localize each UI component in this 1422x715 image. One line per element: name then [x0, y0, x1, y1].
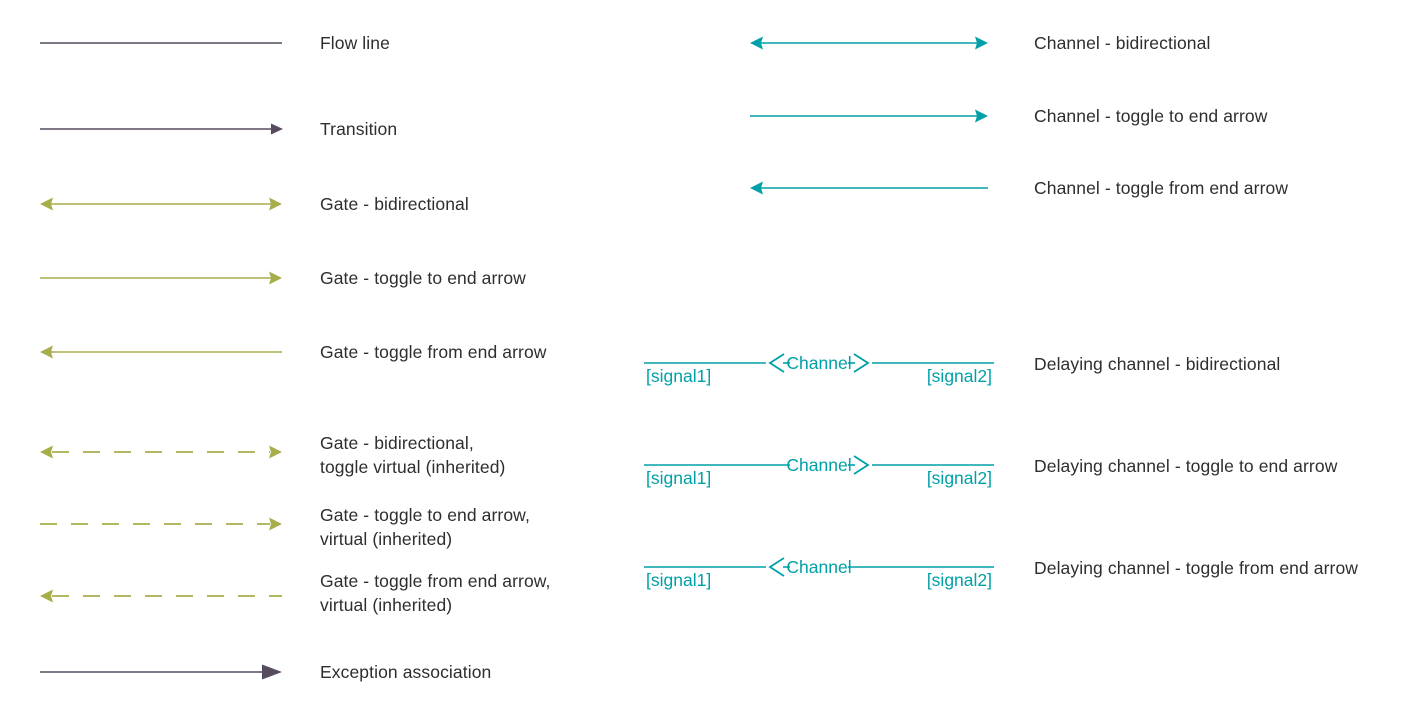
legend-label-gate-toggle-from-end-arrow-virtual: Gate - toggle from end arrow, virtual (i…	[320, 571, 551, 615]
delaying-channel-toggle-to-end-arrow-symbol: Channel [signal1] [signal2]	[644, 455, 994, 488]
gate-toggle-to-end-arrow-symbol	[40, 271, 282, 285]
legend-row-gate-toggle-from-end-arrow[interactable]: Gate - toggle from end arrow	[40, 341, 600, 367]
legend-label-exception-association: Exception association	[320, 662, 492, 682]
legend-label-channel-toggle-from-end-arrow: Channel - toggle from end arrow	[1034, 178, 1289, 198]
delaying-channel-bidirectional-symbol: Channel [signal1] [signal2]	[644, 353, 994, 386]
legend-label-channel-bidirectional: Channel - bidirectional	[1034, 33, 1211, 53]
legend-label-channel-toggle-to-end-arrow: Channel - toggle to end arrow	[1034, 106, 1268, 126]
legend-row-transition[interactable]: Transition	[40, 118, 600, 144]
legend-row-channel-toggle-to-end-arrow[interactable]: Channel - toggle to end arrow	[750, 105, 1410, 131]
legend-row-gate-toggle-from-end-arrow-virtual[interactable]: Gate - toggle from end arrow, virtual (i…	[40, 557, 600, 615]
delaying-channel-signal-left-3: [signal1]	[646, 570, 711, 590]
gate-toggle-to-end-arrow-virtual-symbol	[40, 517, 282, 531]
legend-label-delaying-channel-bidirectional: Delaying channel - bidirectional	[1034, 354, 1281, 374]
legend-label-gate-toggle-to-end-arrow: Gate - toggle to end arrow	[320, 268, 526, 288]
delaying-channel-signal-right-2: [signal2]	[927, 468, 992, 488]
delaying-channel-text-3: Channel	[786, 557, 851, 577]
delaying-channel-text-1: Channel	[786, 353, 851, 373]
legend-label-delaying-channel-toggle-from-end-arrow: Delaying channel - toggle from end arrow	[1034, 558, 1359, 578]
legend-label-gate-toggle-to-end-arrow-virtual: Gate - toggle to end arrow, virtual (inh…	[320, 505, 530, 549]
delaying-channel-signal-right-3: [signal2]	[927, 570, 992, 590]
legend-row-gate-bidirectional-virtual[interactable]: Gate - bidirectional, toggle virtual (in…	[40, 431, 600, 481]
channel-toggle-from-end-arrow-symbol	[750, 181, 988, 195]
legend-label-transition: Transition	[320, 119, 398, 139]
legend-label-gate-bidirectional-virtual: Gate - bidirectional, toggle virtual (in…	[320, 433, 506, 477]
flow-line-symbol	[40, 42, 282, 44]
legend-row-gate-toggle-to-end-arrow[interactable]: Gate - toggle to end arrow	[40, 267, 600, 293]
legend-row-flow-line[interactable]: Flow line	[40, 32, 600, 58]
legend-row-delaying-channel-toggle-to-end-arrow[interactable]: Channel [signal1] [signal2] Delaying cha…	[644, 442, 1404, 498]
legend-row-gate-bidirectional[interactable]: Gate - bidirectional	[40, 193, 600, 219]
transition-symbol	[40, 123, 283, 135]
delaying-channel-signal-left-1: [signal1]	[646, 366, 711, 386]
delaying-channel-signal-left-2: [signal1]	[646, 468, 711, 488]
legend-canvas: Flow line Transition Gate - bidirectiona…	[0, 0, 1422, 715]
legend-label-flow-line: Flow line	[320, 33, 390, 53]
delaying-channel-signal-right-1: [signal2]	[927, 366, 992, 386]
legend-row-gate-toggle-to-end-arrow-virtual[interactable]: Gate - toggle to end arrow, virtual (inh…	[40, 503, 600, 553]
legend-row-delaying-channel-bidirectional[interactable]: Channel [signal1] [signal2] Delaying cha…	[644, 340, 1404, 396]
delaying-channel-toggle-from-end-arrow-symbol: Channel [signal1] [signal2]	[644, 557, 994, 590]
legend-label-gate-bidirectional: Gate - bidirectional	[320, 194, 469, 214]
exception-association-symbol	[40, 664, 282, 680]
legend-label-delaying-channel-toggle-to-end-arrow: Delaying channel - toggle to end arrow	[1034, 456, 1338, 476]
channel-bidirectional-symbol	[750, 36, 988, 50]
legend-row-channel-bidirectional[interactable]: Channel - bidirectional	[750, 32, 1410, 58]
gate-toggle-from-end-arrow-symbol	[40, 345, 282, 359]
gate-toggle-from-end-arrow-virtual-symbol	[40, 589, 282, 603]
channel-toggle-to-end-arrow-symbol	[750, 109, 988, 123]
delaying-channel-text-2: Channel	[786, 455, 851, 475]
legend-row-channel-toggle-from-end-arrow[interactable]: Channel - toggle from end arrow	[750, 177, 1410, 203]
gate-bidirectional-symbol	[40, 197, 282, 211]
legend-row-exception-association[interactable]: Exception association	[40, 661, 600, 687]
gate-bidirectional-virtual-symbol	[40, 445, 282, 459]
legend-label-gate-toggle-from-end-arrow: Gate - toggle from end arrow	[320, 342, 547, 362]
legend-row-delaying-channel-toggle-from-end-arrow[interactable]: Channel [signal1] [signal2] Delaying cha…	[644, 544, 1404, 600]
